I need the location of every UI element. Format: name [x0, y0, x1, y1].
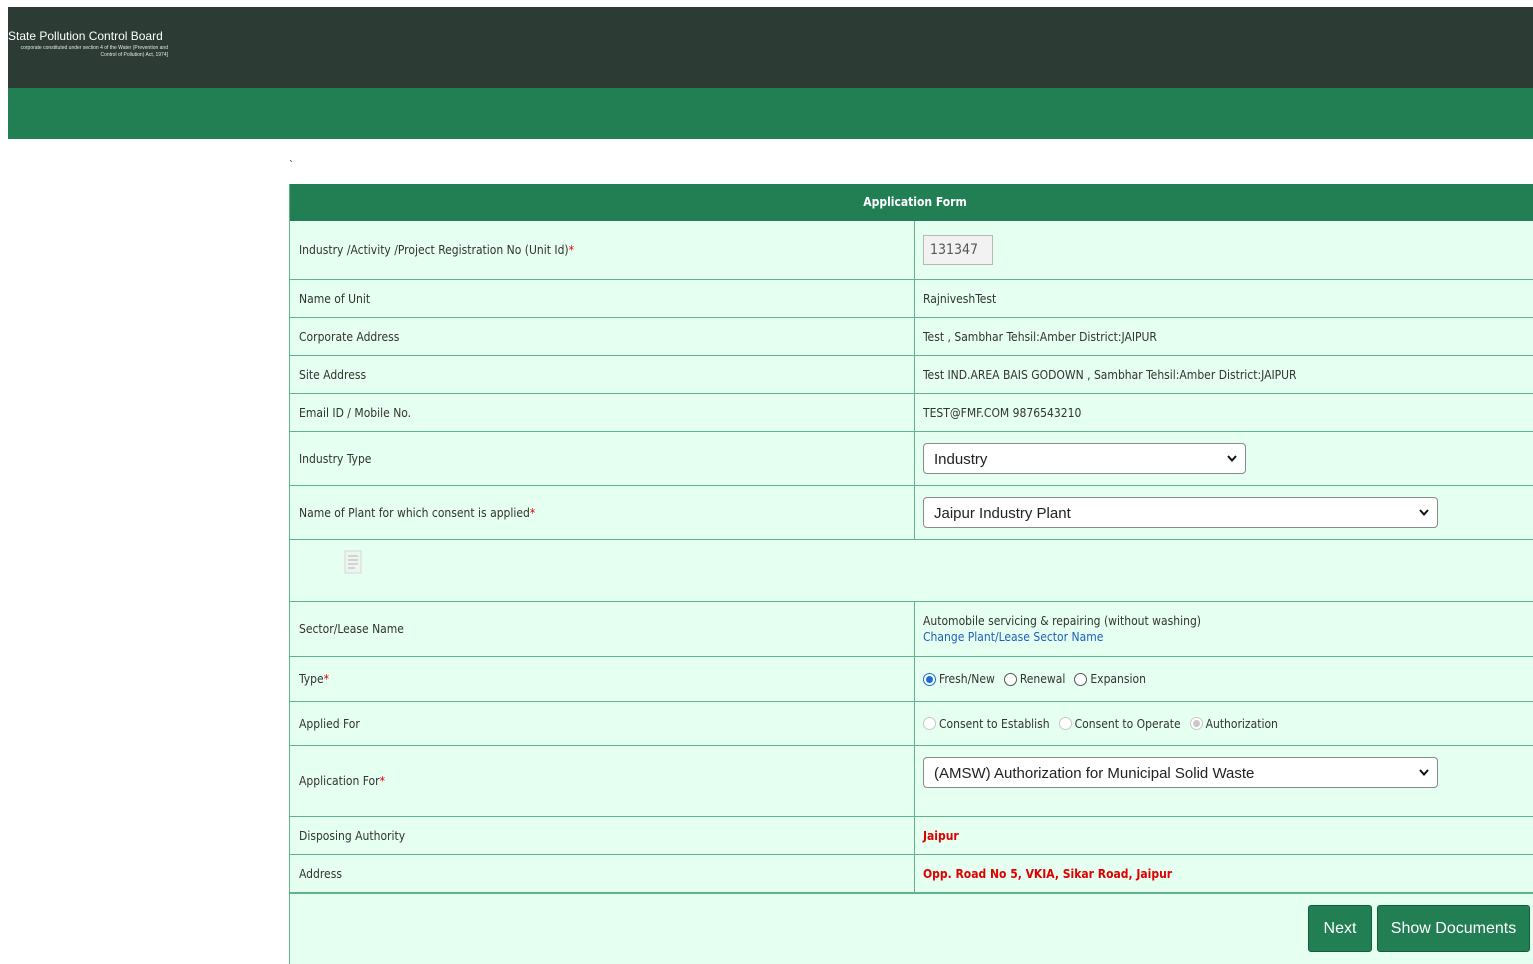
corporate-address-label: Corporate Address: [290, 318, 915, 355]
applied-for-radio-group: Consent to Establish Consent to Operate …: [923, 717, 1533, 731]
application-for-selected: (AMSW) Authorization for Municipal Solid…: [934, 765, 1255, 782]
type-option-label: Renewal: [1019, 672, 1066, 686]
row-unit-id: Industry /Activity /Project Registration…: [290, 221, 1533, 280]
sector-label: Sector/Lease Name: [290, 602, 915, 656]
applied-option-label: Consent to Operate: [1074, 716, 1181, 731]
row-disposing-authority: Disposing Authority Jaipur: [290, 817, 1533, 855]
chevron-down-icon: [1227, 455, 1237, 463]
type-radio-renewal[interactable]: [1003, 672, 1017, 686]
row-address: Address Opp. Road No 5, VKIA, Sikar Road…: [290, 855, 1533, 894]
change-sector-link[interactable]: Change Plant/Lease Sector Name: [923, 629, 1533, 645]
corporate-address-value: Test , Sambhar Tehsil:Amber District:JAI…: [923, 329, 1157, 344]
type-radio-expansion[interactable]: [1074, 672, 1088, 686]
site-address-value: Test IND.AREA BAIS GODOWN , Sambhar Tehs…: [923, 367, 1297, 382]
type-radio-fresh[interactable]: [923, 672, 936, 686]
disposing-authority-label: Disposing Authority: [290, 817, 915, 854]
row-corporate-address: Corporate Address Test , Sambhar Tehsil:…: [290, 318, 1533, 356]
disposing-authority-value: Jaipur: [923, 828, 959, 843]
applied-radio-authorization[interactable]: [1189, 717, 1203, 730]
plant-select[interactable]: Jaipur Industry Plant: [923, 497, 1438, 528]
applied-radio-establish[interactable]: [923, 717, 936, 730]
row-applied-for: Applied For Consent to Establish Consent…: [290, 702, 1533, 746]
unit-name-value: RajniveshTest: [923, 291, 997, 306]
required-mark: *: [529, 505, 536, 520]
row-actions: Next Show Documents: [290, 894, 1533, 964]
application-form: Application Form Industry /Activity /Pro…: [289, 184, 1533, 964]
industry-type-selected: Industry: [934, 451, 988, 468]
chevron-down-icon: [1419, 509, 1429, 517]
plant-selected: Jaipur Industry Plant: [934, 505, 1071, 522]
required-mark: *: [568, 243, 575, 257]
applied-option-label: Consent to Establish: [939, 716, 1050, 731]
site-subtitle: corporate constituted under section 4 of…: [20, 45, 168, 58]
unit-id-label: Industry /Activity /Project Registration…: [299, 243, 569, 257]
unit-id-input[interactable]: [923, 235, 993, 265]
application-for-select[interactable]: (AMSW) Authorization for Municipal Solid…: [923, 757, 1438, 788]
row-type: Type * Fresh/New Renewal Expansion: [290, 657, 1533, 702]
applied-radio-operate[interactable]: [1058, 717, 1072, 730]
required-mark: *: [323, 672, 330, 686]
plant-label: Name of Plant for which consent is appli…: [299, 505, 530, 520]
row-contact: Email ID / Mobile No. TEST@FMF.COM 98765…: [290, 394, 1533, 432]
row-industry-type: Industry Type Industry: [290, 432, 1533, 486]
contact-label: Email ID / Mobile No.: [290, 394, 915, 431]
site-address-label: Site Address: [290, 356, 915, 393]
type-radio-group: Fresh/New Renewal Expansion: [923, 672, 1533, 686]
row-document-icon: [290, 540, 1533, 602]
industry-type-label: Industry Type: [290, 432, 915, 485]
row-unit-name: Name of Unit RajniveshTest: [290, 280, 1533, 318]
industry-type-select[interactable]: Industry: [923, 443, 1246, 474]
next-button[interactable]: Next: [1308, 905, 1372, 952]
applied-option-label: Authorization: [1205, 716, 1278, 731]
contact-value: TEST@FMF.COM 9876543210: [923, 405, 1082, 420]
site-title: State Pollution Control Board: [8, 29, 163, 43]
unit-name-label: Name of Unit: [290, 280, 915, 317]
row-application-for: Application For * (AMSW) Authorization fo…: [290, 746, 1533, 817]
row-sector: Sector/Lease Name Automobile servicing &…: [290, 602, 1533, 657]
address-value: Opp. Road No 5, VKIA, Sikar Road, Jaipur: [923, 866, 1173, 881]
site-header: State Pollution Control Board corporate …: [8, 7, 1533, 88]
document-icon: [344, 550, 362, 574]
form-title: Application Form: [290, 184, 1533, 221]
address-label: Address: [290, 855, 915, 892]
type-option-label: Expansion: [1090, 672, 1146, 686]
sector-value: Automobile servicing & repairing (withou…: [923, 614, 1202, 628]
show-documents-button[interactable]: Show Documents: [1377, 905, 1530, 952]
application-for-label: Application For: [299, 774, 380, 788]
row-site-address: Site Address Test IND.AREA BAIS GODOWN ,…: [290, 356, 1533, 394]
applied-for-label: Applied For: [290, 702, 915, 745]
stray-mark: `: [289, 158, 293, 172]
chevron-down-icon: [1419, 769, 1429, 777]
type-option-label: Fresh/New: [939, 672, 995, 686]
nav-bar: [8, 88, 1533, 139]
type-label: Type: [299, 672, 324, 686]
row-plant: Name of Plant for which consent is appli…: [290, 486, 1533, 540]
required-mark: *: [379, 774, 385, 788]
